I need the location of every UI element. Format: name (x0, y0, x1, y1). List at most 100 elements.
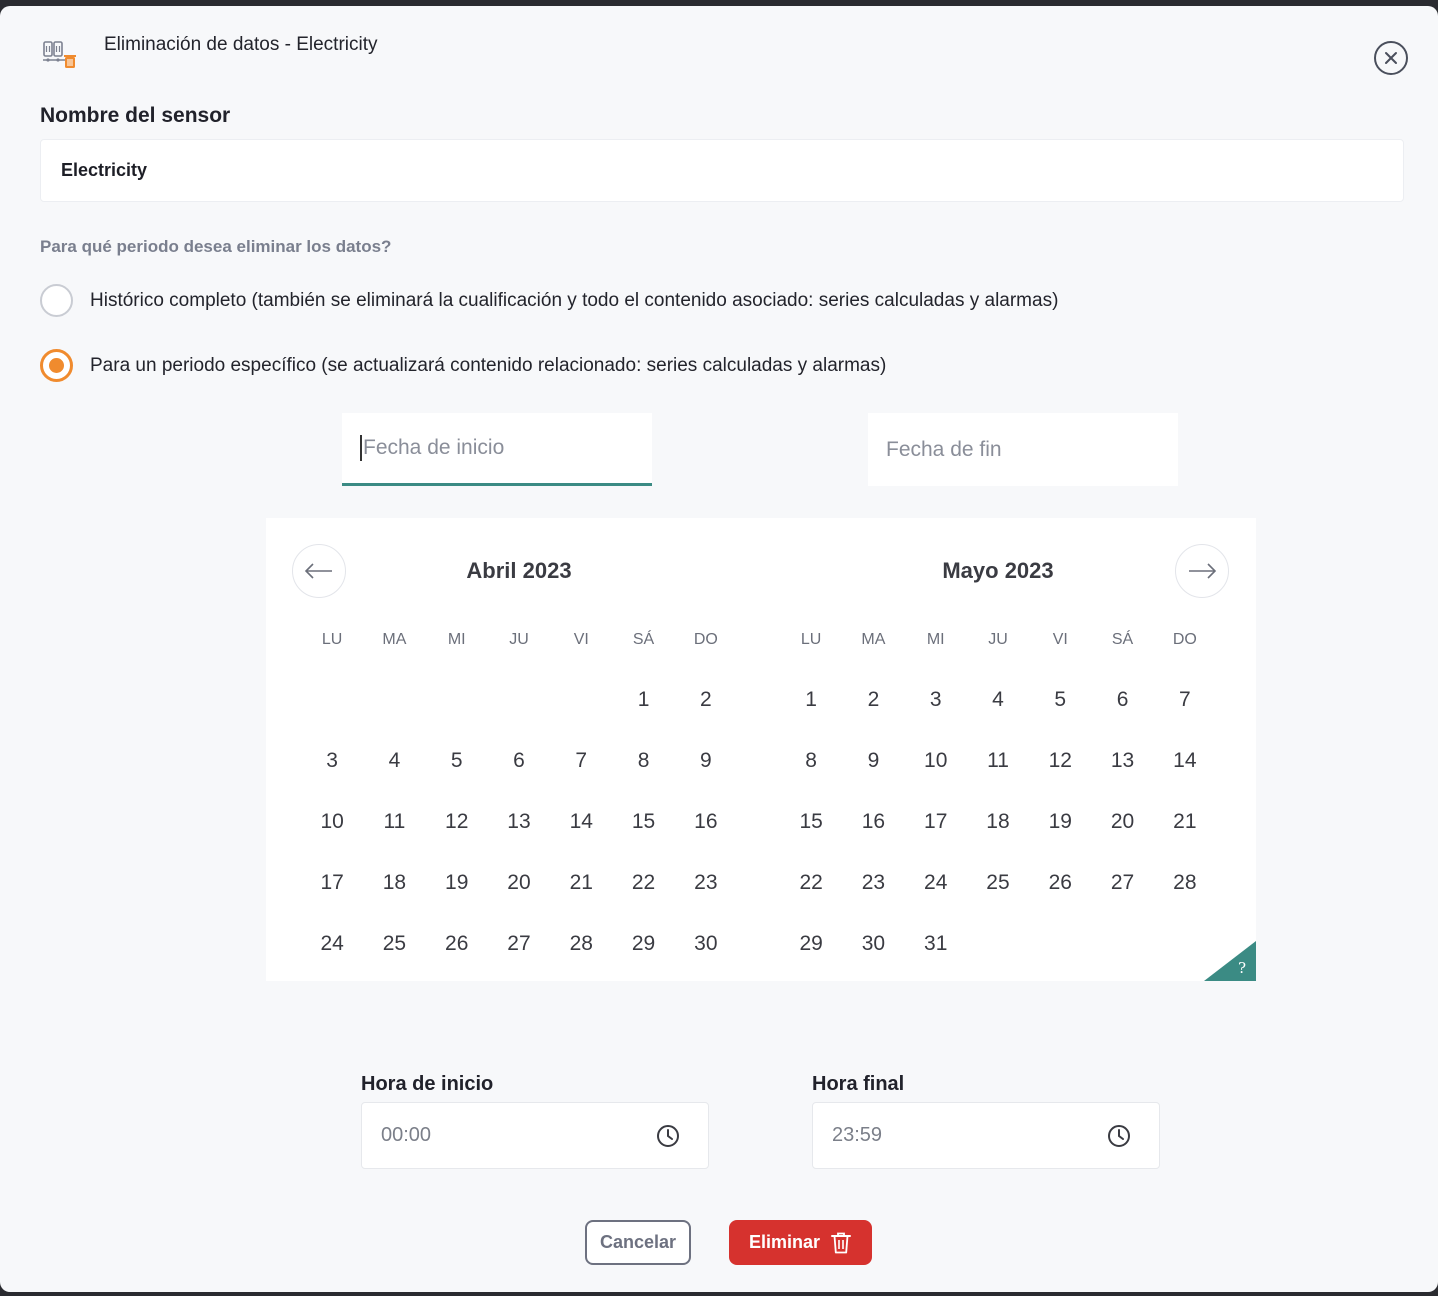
day-cell[interactable]: 18 (967, 791, 1029, 852)
day-cell[interactable]: 2 (675, 669, 737, 730)
day-cell[interactable]: 17 (905, 791, 967, 852)
day-cell[interactable]: 18 (363, 852, 425, 913)
day-cell[interactable]: 3 (905, 669, 967, 730)
cancel-button[interactable]: Cancelar (585, 1220, 691, 1265)
day-cell[interactable]: 6 (488, 730, 550, 791)
day-cell[interactable]: 24 (301, 913, 363, 974)
day-cell[interactable]: 16 (675, 791, 737, 852)
day-cell[interactable]: 19 (1029, 791, 1091, 852)
day-cell[interactable]: 5 (426, 730, 488, 791)
day-cell[interactable]: 26 (1029, 852, 1091, 913)
day-cell[interactable]: 21 (1154, 791, 1216, 852)
day-cell[interactable]: 1 (780, 669, 842, 730)
weekday-label: JU (988, 631, 1008, 648)
day-cell[interactable]: 28 (550, 913, 612, 974)
next-month-button[interactable] (1175, 544, 1229, 598)
day-cell[interactable]: 4 (363, 730, 425, 791)
day-cell[interactable]: 12 (1029, 730, 1091, 791)
start-time-input[interactable]: 00:00 (361, 1102, 709, 1169)
day-cell[interactable]: 3 (301, 730, 363, 791)
clock-icon[interactable] (1107, 1124, 1131, 1148)
day-cell[interactable]: 28 (1154, 852, 1216, 913)
day-cell[interactable]: 14 (550, 791, 612, 852)
day-cell[interactable]: 29 (612, 913, 674, 974)
day-cell[interactable]: 25 (363, 913, 425, 974)
day-cell[interactable]: 27 (488, 913, 550, 974)
day-cell[interactable]: 10 (905, 730, 967, 791)
radio-label: Histórico completo (también se eliminará… (90, 289, 1059, 311)
week-row: 3456789 (301, 730, 737, 791)
day-cell[interactable]: 9 (842, 730, 904, 791)
day-cell[interactable]: 23 (675, 852, 737, 913)
start-date-input[interactable]: Fecha de inicio (342, 413, 652, 486)
help-corner-button[interactable]: ? (1204, 941, 1256, 981)
day-cell[interactable]: 13 (1091, 730, 1153, 791)
end-date-input[interactable]: Fecha de fin (868, 413, 1178, 486)
weekday-label: VI (1052, 631, 1068, 648)
day-cell[interactable]: 22 (780, 852, 842, 913)
end-time-value: 23:59 (832, 1124, 883, 1146)
day-cell[interactable]: 16 (842, 791, 904, 852)
weekday-label: SÁ (632, 631, 655, 648)
radio-specific-period[interactable]: Para un periodo específico (se actualiza… (40, 349, 886, 382)
day-cell[interactable]: 22 (612, 852, 674, 913)
day-cell[interactable]: 5 (1029, 669, 1091, 730)
end-date-placeholder: Fecha de fin (886, 437, 1002, 461)
day-cell[interactable]: 30 (675, 913, 737, 974)
day-cell[interactable]: 27 (1091, 852, 1153, 913)
empty-day-cell (426, 669, 488, 730)
day-cell[interactable]: 21 (550, 852, 612, 913)
prev-month-button[interactable] (292, 544, 346, 598)
weekday-label: MI (926, 631, 945, 648)
day-cell[interactable]: 9 (675, 730, 737, 791)
weekday-label: LU (800, 631, 822, 648)
day-cell[interactable]: 10 (301, 791, 363, 852)
radio-button-selected[interactable] (40, 349, 73, 382)
weekday-header-row: LU MA MI JU VI SÁ DO (780, 622, 1216, 658)
arrow-left-icon (304, 563, 332, 579)
delete-button[interactable]: Eliminar (729, 1220, 872, 1265)
week-row: 12 (301, 669, 737, 730)
month-grid-right: LU MA MI JU VI SÁ DO 1 2 3 4 5 6 7 8 9 10 11 12 13 14 15 16 17 1… (780, 622, 1216, 974)
day-cell[interactable]: 8 (780, 730, 842, 791)
day-cell[interactable]: 31 (905, 913, 967, 974)
day-cell[interactable]: 8 (612, 730, 674, 791)
date-range-calendar: Abril 2023 Mayo 2023 LU MA MI JU VI SÁ DO 1 2 3 4 5… (266, 518, 1256, 981)
day-cell[interactable]: 15 (780, 791, 842, 852)
sensor-delete-icon (42, 40, 78, 72)
day-cell[interactable]: 26 (426, 913, 488, 974)
day-cell[interactable]: 14 (1154, 730, 1216, 791)
day-cell[interactable]: 20 (1091, 791, 1153, 852)
day-cell[interactable]: 12 (426, 791, 488, 852)
day-cell[interactable]: 25 (967, 852, 1029, 913)
day-cell[interactable]: 29 (780, 913, 842, 974)
weekday-label: DO (1172, 631, 1197, 648)
day-cell[interactable]: 6 (1091, 669, 1153, 730)
day-cell[interactable]: 7 (1154, 669, 1216, 730)
radio-button[interactable] (40, 284, 73, 317)
day-cell[interactable]: 2 (842, 669, 904, 730)
period-question: Para qué periodo desea eliminar los dato… (40, 237, 392, 256)
day-cell[interactable]: 1 (612, 669, 674, 730)
radio-full-history[interactable]: Histórico completo (también se eliminará… (40, 284, 1058, 317)
day-cell[interactable]: 11 (363, 791, 425, 852)
day-cell[interactable]: 23 (842, 852, 904, 913)
day-cell[interactable]: 15 (612, 791, 674, 852)
close-button[interactable] (1374, 41, 1408, 75)
day-cell[interactable]: 30 (842, 913, 904, 974)
day-cell[interactable]: 4 (967, 669, 1029, 730)
day-cell[interactable]: 13 (488, 791, 550, 852)
day-cell[interactable]: 11 (967, 730, 1029, 791)
day-cell[interactable]: 19 (426, 852, 488, 913)
delete-button-label: Eliminar (748, 1232, 821, 1252)
empty-day-cell (363, 669, 425, 730)
week-row: 29 30 31 (780, 913, 1216, 974)
day-cell[interactable]: 17 (301, 852, 363, 913)
end-time-input[interactable]: 23:59 (812, 1102, 1160, 1169)
clock-icon[interactable] (656, 1124, 680, 1148)
day-cell[interactable]: 20 (488, 852, 550, 913)
day-cell[interactable]: 7 (550, 730, 612, 791)
week-row: 8 9 10 11 12 13 14 (780, 730, 1216, 791)
weekday-label: MA (382, 631, 407, 648)
day-cell[interactable]: 24 (905, 852, 967, 913)
